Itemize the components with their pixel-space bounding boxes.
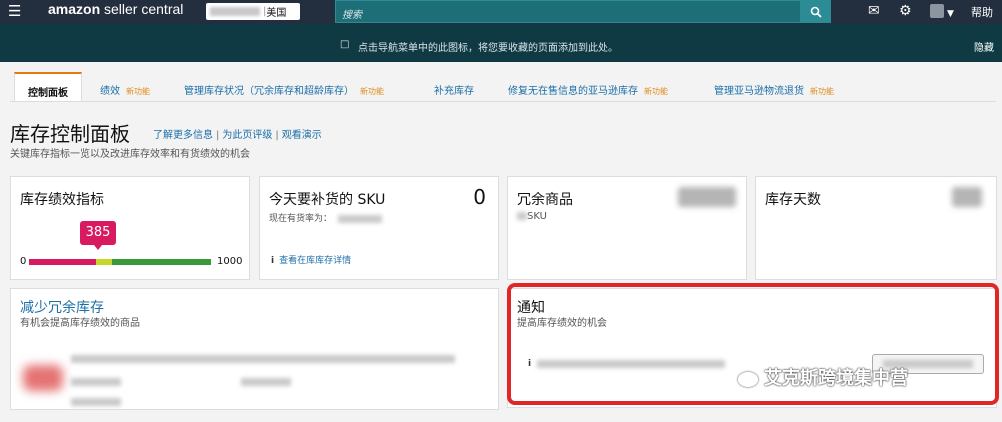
watch-demo-link[interactable]: 观看演示 xyxy=(282,130,322,141)
new-badge: 新功能 xyxy=(644,87,668,96)
gauge-red-segment xyxy=(29,259,96,265)
tab-performance[interactable]: 绩效 新功能 xyxy=(100,72,150,102)
gauge-max-label: 1000 xyxy=(217,256,243,267)
gauge-green-segment xyxy=(112,259,211,265)
chevron-down-icon[interactable]: ▼ xyxy=(947,6,954,22)
info-icon: i xyxy=(271,256,275,266)
gear-icon[interactable]: ⚙ xyxy=(899,3,912,19)
tab-fix-stranded[interactable]: 修复无在售信息的亚马逊库存 新功能 xyxy=(508,72,668,102)
learn-more-link[interactable]: 了解更多信息 xyxy=(153,130,213,141)
avatar[interactable] xyxy=(930,4,944,18)
days-count-blurred xyxy=(952,187,982,207)
new-badge: 新功能 xyxy=(360,87,384,96)
bookmark-bar: □ 点击导航菜单中的此图标，将您要收藏的页面添加到此处。 隐藏 xyxy=(0,24,1002,62)
tab-manage-inventory-health[interactable]: 管理库存状况（冗余库存和超龄库存） 新功能 xyxy=(184,72,384,102)
gauge-yellow-segment xyxy=(96,259,112,265)
gauge-min-label: 0 xyxy=(20,256,27,267)
store-name-blurred xyxy=(210,7,260,16)
new-badge: 新功能 xyxy=(810,87,834,96)
search-button[interactable] xyxy=(801,0,831,23)
rate-page-link[interactable]: 为此页评级 xyxy=(222,130,272,141)
ipi-score-marker: 385 xyxy=(80,221,116,250)
seller-central-logo[interactable]: amazon seller central xyxy=(48,1,183,17)
product-thumbnail-blurred xyxy=(23,365,63,391)
reduce-excess-subtitle: 有机会提高库存绩效的商品 xyxy=(20,318,140,329)
top-nav-bar: ☰ amazon seller central | 美国 搜索 ✉ ⚙ ▼ 帮助 xyxy=(0,0,1002,24)
bookmark-message: 点击导航菜单中的此图标，将您要收藏的页面添加到此处。 xyxy=(358,43,618,54)
page-title: 库存控制面板 xyxy=(10,122,130,146)
ipi-card: 库存绩效指标 385 0 1000 xyxy=(10,176,250,280)
reduce-excess-card: 减少冗余库存 有机会提高库存绩效的商品 xyxy=(10,288,499,410)
excess-unit: SKU xyxy=(527,211,547,222)
restock-count: 0 xyxy=(473,185,486,209)
wechat-icon xyxy=(738,371,758,387)
days-card-title: 库存天数 xyxy=(765,192,821,208)
stock-rate-row: 现在有货率为： xyxy=(269,211,383,224)
new-badge: 新功能 xyxy=(126,87,150,96)
ipi-card-title: 库存绩效指标 xyxy=(20,192,104,208)
restock-card: 今天要补货的 SKU 0 现在有货率为： i 查看在库库存详情 xyxy=(259,176,499,280)
view-inventory-details-link[interactable]: i 查看在库库存详情 xyxy=(271,253,351,266)
bookmark-icon: □ xyxy=(340,39,350,50)
header-links: 了解更多信息 | 为此页评级 | 观看演示 xyxy=(153,130,322,141)
marketplace-label: 美国 xyxy=(266,8,287,19)
stock-rate-label: 现在有货率为： xyxy=(269,214,333,224)
tab-fba-returns[interactable]: 管理亚马逊物流退货 新功能 xyxy=(714,72,834,102)
hide-button[interactable]: 隐藏 xyxy=(974,39,994,54)
stock-rate-value-blurred xyxy=(338,214,383,223)
excess-unit-row: SKU xyxy=(517,211,547,222)
mail-icon[interactable]: ✉ xyxy=(868,3,880,19)
excess-card: 冗余商品 SKU xyxy=(507,176,747,280)
page-subtitle: 关键库存指标一览以及改进库存效率和有货绩效的机会 xyxy=(10,149,250,160)
ipi-gauge-bar xyxy=(29,259,211,265)
watermark: 艾克斯跨境集中营 xyxy=(738,364,908,390)
tab-dashboard[interactable]: 控制面板 xyxy=(14,72,82,102)
tab-restock[interactable]: 补充库存 xyxy=(434,72,474,102)
help-link[interactable]: 帮助 xyxy=(971,4,993,20)
search-icon xyxy=(810,6,822,18)
days-of-supply-card: 库存天数 xyxy=(755,176,997,280)
excess-card-title: 冗余商品 xyxy=(517,192,573,208)
search-input[interactable]: 搜索 xyxy=(335,0,801,23)
menu-icon[interactable]: ☰ xyxy=(8,3,21,19)
product-row-blurred[interactable] xyxy=(71,355,455,406)
excess-count-blurred xyxy=(678,187,736,207)
marketplace-selector[interactable]: | 美国 xyxy=(206,3,300,20)
restock-card-title: 今天要补货的 SKU xyxy=(269,192,386,208)
tab-bar: 控制面板 绩效 新功能 管理库存状况（冗余库存和超龄库存） 新功能 补充库存 修复无… xyxy=(10,72,996,102)
